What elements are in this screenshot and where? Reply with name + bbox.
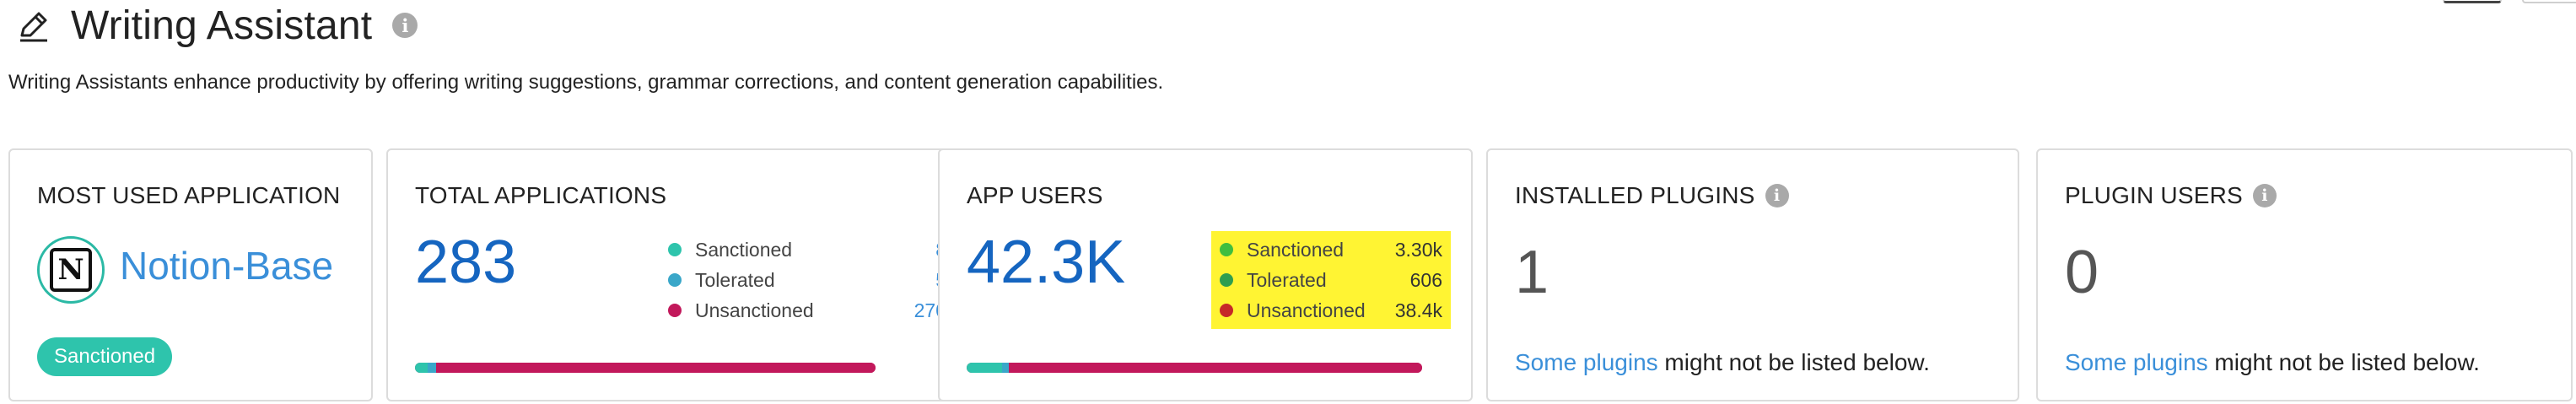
- legend-item-sanctioned[interactable]: Sanctioned 3.30k: [1220, 234, 1442, 265]
- legend-value[interactable]: 606: [1392, 269, 1442, 292]
- most-used-app-link[interactable]: Notion-Base: [120, 243, 333, 288]
- bar-segment-sanctioned: [415, 363, 428, 373]
- total-applications-value[interactable]: 283: [415, 228, 516, 297]
- installed-plugins-card: INSTALLED PLUGINS i 1 Some plugins might…: [1486, 148, 2019, 401]
- unsanctioned-dot-icon: [668, 304, 682, 317]
- options-button[interactable]: [2522, 0, 2576, 3]
- card-label: PLUGIN USERS: [2065, 182, 2243, 208]
- notion-logo-icon: N: [37, 236, 105, 304]
- bar-segment-tolerated: [1002, 363, 1009, 373]
- card-label-row: INSTALLED PLUGINS i: [1515, 182, 1789, 209]
- card-label: MOST USED APPLICATION: [37, 182, 341, 208]
- tolerated-dot-icon: [668, 273, 682, 287]
- card-label-row: PLUGIN USERS i: [2065, 182, 2277, 209]
- most-used-app-card: MOST USED APPLICATION N Notion-Base Sanc…: [8, 148, 373, 401]
- legend-item-tolerated[interactable]: Tolerated 5: [668, 265, 946, 295]
- plugin-users-value: 0: [2065, 239, 2099, 306]
- legend-label: Unsanctioned: [695, 299, 814, 321]
- legend-label: Tolerated: [1247, 268, 1327, 291]
- unsanctioned-dot-icon: [1220, 304, 1233, 317]
- legend-label: Sanctioned: [1247, 238, 1345, 261]
- note-text: might not be listed below.: [1657, 349, 1930, 375]
- plugins-note: Some plugins might not be listed below.: [2065, 349, 2480, 376]
- legend-item-unsanctioned[interactable]: Unsanctioned 270: [668, 295, 946, 326]
- bar-segment-unsanctioned: [436, 363, 876, 373]
- tolerated-dot-icon: [1220, 273, 1233, 287]
- bar-segment-unsanctioned: [1008, 363, 1422, 373]
- legend-label: Sanctioned: [695, 238, 793, 261]
- bar-segment-sanctioned: [967, 363, 1003, 373]
- pencil-icon: [20, 12, 47, 42]
- info-icon[interactable]: i: [1765, 184, 1789, 207]
- card-label: INSTALLED PLUGINS: [1515, 182, 1755, 208]
- applications-distribution-bar: [415, 363, 876, 373]
- page-title: Writing Assistant: [71, 3, 373, 48]
- card-label: TOTAL APPLICATIONS: [415, 182, 667, 208]
- note-text: might not be listed below.: [2207, 349, 2480, 375]
- info-icon[interactable]: i: [2252, 184, 2277, 207]
- total-apps-legend: Sanctioned 8 Tolerated 5 Unsanctioned 27…: [668, 234, 946, 326]
- total-applications-card: TOTAL APPLICATIONS 283 Sanctioned 8 Tole…: [386, 148, 968, 401]
- some-plugins-link[interactable]: Some plugins: [1515, 349, 1658, 375]
- legend-value[interactable]: 38.4k: [1392, 299, 1442, 322]
- app-users-legend: Sanctioned 3.30k Tolerated 606 Unsanctio…: [1220, 234, 1442, 326]
- legend-item-tolerated[interactable]: Tolerated 606: [1220, 265, 1442, 295]
- page-header: Writing Assistant i: [15, 0, 418, 51]
- legend-item-unsanctioned[interactable]: Unsanctioned 38.4k: [1220, 295, 1442, 326]
- sanctioned-dot-icon: [668, 243, 682, 256]
- plugin-users-card: PLUGIN USERS i 0 Some plugins might not …: [2036, 148, 2573, 401]
- page-description: Writing Assistants enhance productivity …: [8, 71, 1164, 94]
- status-badge: Sanctioned: [37, 337, 173, 376]
- legend-label: Unsanctioned: [1247, 299, 1366, 321]
- legend-value[interactable]: 3.30k: [1392, 239, 1442, 261]
- app-users-distribution-bar: [967, 363, 1422, 373]
- installed-plugins-value: 1: [1515, 239, 1549, 306]
- bar-segment-tolerated: [428, 363, 437, 373]
- legend-label: Tolerated: [695, 268, 775, 291]
- info-icon[interactable]: i: [392, 13, 418, 38]
- sanctioned-dot-icon: [1220, 243, 1233, 256]
- card-label: APP USERS: [967, 182, 1103, 208]
- notion-letter: N: [50, 248, 92, 292]
- app-users-card: APP USERS 42.3K Sanctioned 3.30k Tolerat…: [938, 148, 1473, 401]
- plugins-note: Some plugins might not be listed below.: [1515, 349, 1930, 376]
- view-toggle-button[interactable]: [2443, 0, 2502, 3]
- app-users-value[interactable]: 42.3K: [967, 228, 1125, 297]
- legend-item-sanctioned[interactable]: Sanctioned 8: [668, 234, 946, 265]
- some-plugins-link[interactable]: Some plugins: [2065, 349, 2208, 375]
